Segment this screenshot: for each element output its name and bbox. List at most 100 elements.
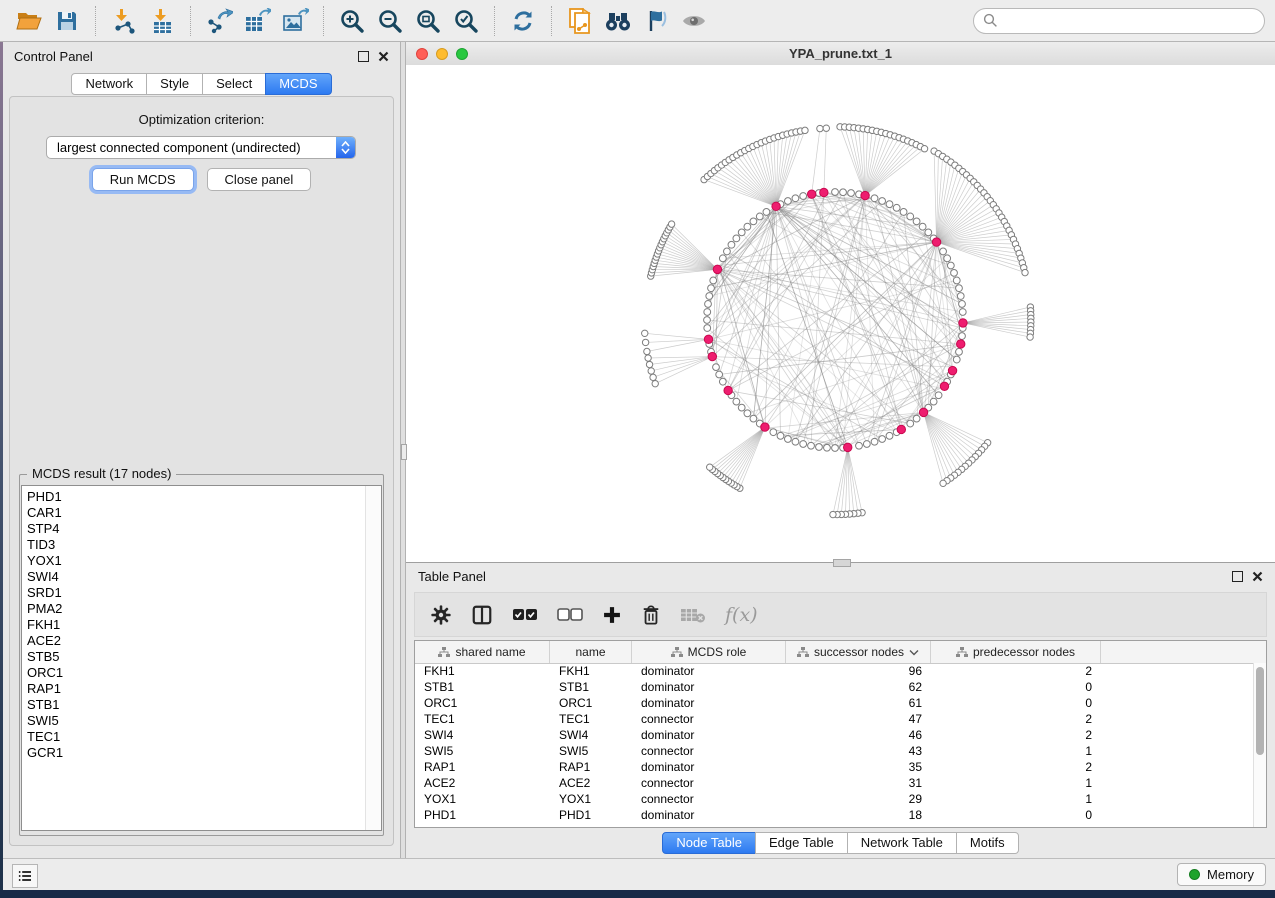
network-canvas[interactable] [406,65,1275,562]
graph-node[interactable] [953,356,960,363]
graph-node[interactable] [900,209,907,216]
graph-node[interactable] [935,392,942,399]
table-row[interactable]: PHD1PHD1dominator180 [415,807,1253,823]
delete-column-button[interactable] [641,604,661,626]
mcds-result-item[interactable]: STB1 [27,697,381,713]
column-header-successor-nodes[interactable]: successor nodes [786,641,931,663]
table-row[interactable]: TEC1TEC1connector472 [415,711,1253,727]
graph-leaf-node[interactable] [707,464,713,470]
mcds-result-item[interactable]: STB5 [27,649,381,665]
graph-node[interactable] [947,262,954,269]
table-row[interactable]: STB1STB1dominator620 [415,679,1253,695]
graph-hub-node[interactable] [761,423,769,431]
graph-node[interactable] [832,445,839,452]
graph-leaf-node[interactable] [652,380,658,386]
graph-node[interactable] [951,269,958,276]
graph-node[interactable] [863,441,870,448]
graph-node[interactable] [792,438,799,445]
tab-style[interactable]: Style [146,73,203,95]
graph-node[interactable] [704,317,711,324]
graph-node[interactable] [719,378,726,385]
clone-network-button[interactable] [561,5,599,37]
open-file-button[interactable] [10,5,48,37]
graph-node[interactable] [879,198,886,205]
graph-node[interactable] [956,285,963,292]
graph-hub-node[interactable] [844,443,852,451]
graph-node[interactable] [792,195,799,202]
mcds-result-item[interactable]: SWI5 [27,713,381,729]
function-builder-button[interactable]: f(x) [725,604,758,626]
graph-node[interactable] [808,442,815,449]
mcds-result-item[interactable]: YOX1 [27,553,381,569]
graph-node[interactable] [848,190,855,197]
zoom-in-button[interactable] [333,5,371,37]
graph-node[interactable] [919,223,926,230]
graph-node[interactable] [710,277,717,284]
tab-motifs[interactable]: Motifs [956,832,1019,854]
graph-node[interactable] [724,248,731,255]
import-network-button[interactable] [105,5,143,37]
close-table-panel-icon[interactable] [1252,571,1263,582]
maximize-window-icon[interactable] [456,48,468,60]
search-input[interactable] [1004,12,1255,29]
graph-node[interactable] [944,255,951,262]
scrollbar-thumb[interactable] [1256,667,1264,755]
table-row[interactable]: FKH1FKH1dominator962 [415,663,1253,679]
column-header-shared-name[interactable]: shared name [415,641,550,663]
close-window-icon[interactable] [416,48,428,60]
graph-node[interactable] [840,189,847,196]
mcds-result-item[interactable]: PMA2 [27,601,381,617]
graph-leaf-node[interactable] [830,511,836,517]
add-column-button[interactable] [602,605,622,625]
graph-node[interactable] [907,420,914,427]
optimization-criterion-dropdown[interactable]: largest connected component (undirected) [46,136,356,159]
graph-hub-node[interactable] [708,352,716,360]
graph-node[interactable] [763,209,770,216]
table-row[interactable]: ACE2ACE2connector311 [415,775,1253,791]
graph-node[interactable] [959,309,966,316]
graph-leaf-node[interactable] [650,374,656,380]
graph-node[interactable] [893,204,900,211]
mcds-result-list[interactable]: PHD1CAR1STP4TID3YOX1SWI4SRD1PMA2FKH1ACE2… [21,485,382,831]
splitter-handle[interactable] [401,444,407,460]
mcds-result-item[interactable]: CAR1 [27,505,381,521]
mcds-result-item[interactable]: TID3 [27,537,381,553]
graph-node[interactable] [957,293,964,300]
column-header-mcds-role[interactable]: MCDS role [632,641,786,663]
graph-node[interactable] [738,404,745,411]
graph-leaf-node[interactable] [642,339,648,345]
graph-hub-node[interactable] [807,190,815,198]
table-row[interactable]: RAP1RAP1dominator352 [415,759,1253,775]
column-header-name[interactable]: name [550,641,632,663]
show-task-history-button[interactable] [12,864,38,888]
table-row[interactable]: ORC1ORC1dominator610 [415,695,1253,711]
graph-node[interactable] [913,218,920,225]
graph-leaf-node[interactable] [648,368,654,374]
graph-node[interactable] [706,293,713,300]
mcds-result-item[interactable]: SRD1 [27,585,381,601]
tab-network[interactable]: Network [71,73,147,95]
graph-node[interactable] [716,371,723,378]
mcds-result-item[interactable]: GCR1 [27,745,381,761]
graph-node[interactable] [824,444,831,451]
graph-hub-node[interactable] [861,191,869,199]
graph-node[interactable] [800,193,807,200]
save-session-button[interactable] [48,5,86,37]
graph-hub-node[interactable] [919,408,927,416]
graph-node[interactable] [856,442,863,449]
graph-hub-node[interactable] [959,319,967,327]
graph-leaf-node[interactable] [644,348,650,354]
graph-node[interactable] [886,201,893,208]
first-neighbors-button[interactable] [599,5,637,37]
graph-node[interactable] [770,429,777,436]
graph-hub-node[interactable] [704,335,712,343]
graph-leaf-node[interactable] [642,330,648,336]
graph-node[interactable] [704,325,711,332]
graph-node[interactable] [800,441,807,448]
graph-node[interactable] [953,277,960,284]
graph-leaf-node[interactable] [1022,269,1028,275]
table-row[interactable]: SWI4SWI4dominator462 [415,727,1253,743]
minimize-window-icon[interactable] [436,48,448,60]
graph-leaf-node[interactable] [1027,334,1033,340]
delete-table-button[interactable] [680,606,706,624]
